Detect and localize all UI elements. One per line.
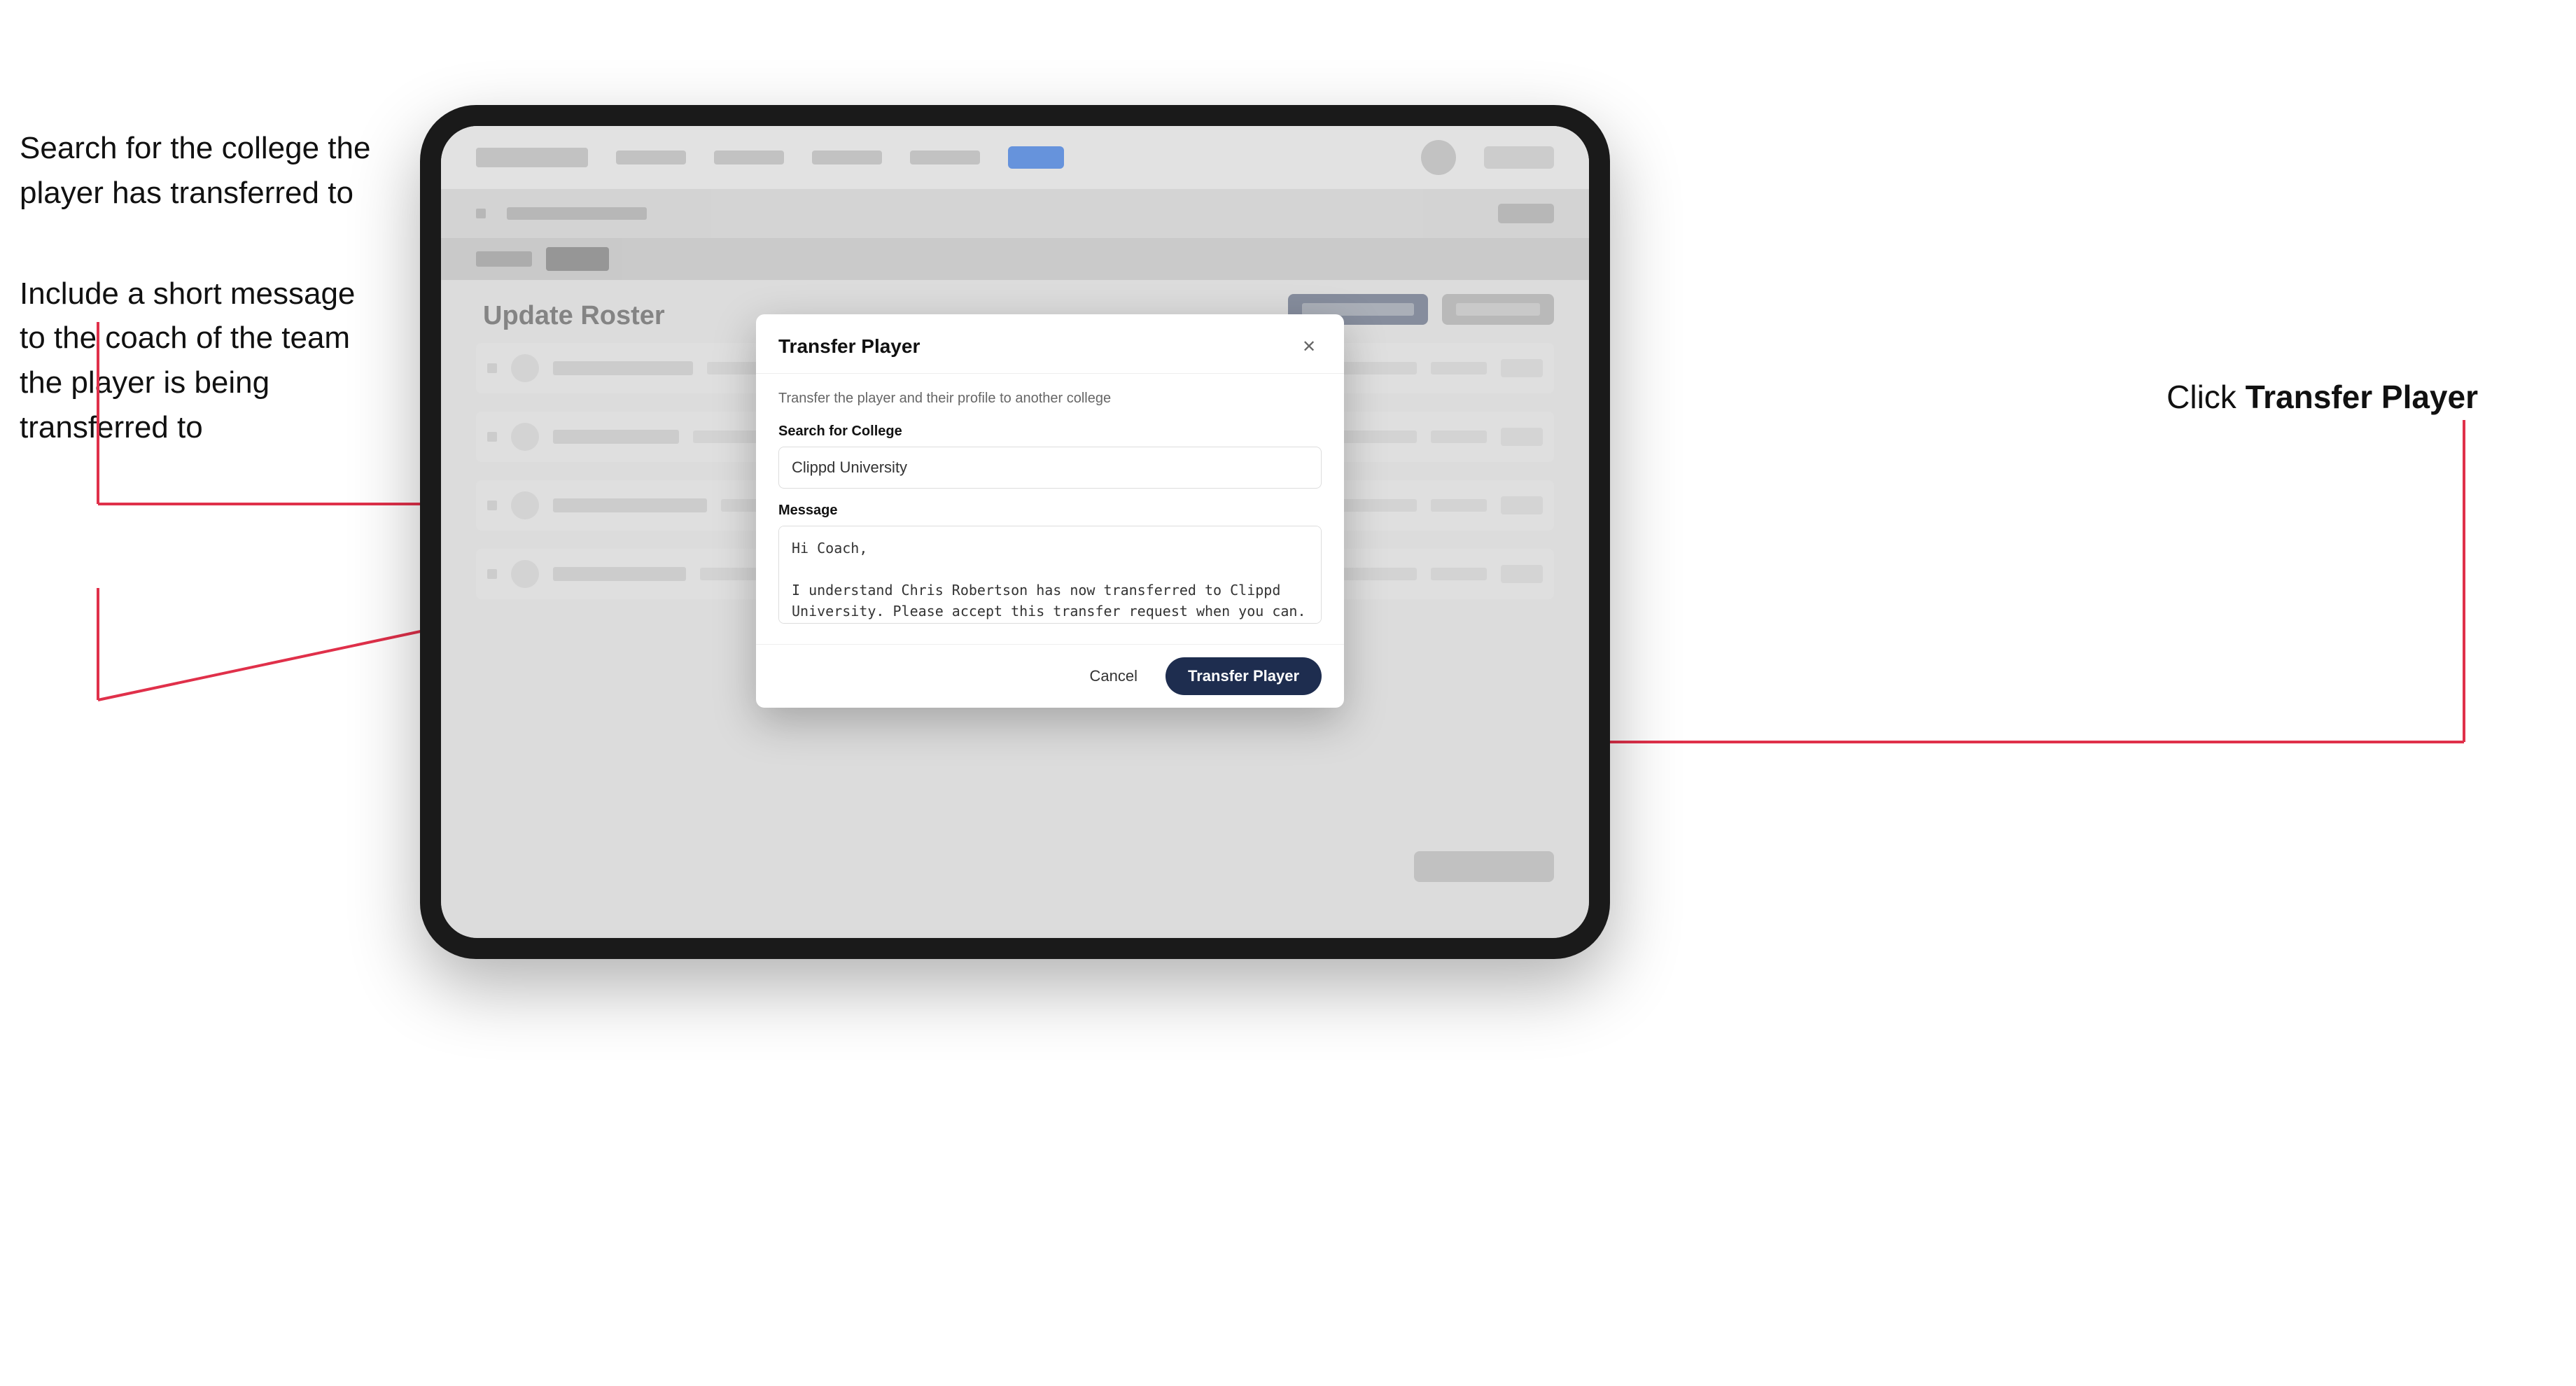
annot-line-5: the player is being: [20, 365, 270, 400]
message-label: Message: [778, 503, 1322, 519]
annotation-text-2: Include a short message to the coach of …: [20, 272, 370, 450]
annotation-block-2: Include a short message to the coach of …: [20, 272, 370, 450]
annot-line-1: Search for the college the: [20, 131, 370, 165]
college-label: Search for College: [778, 424, 1322, 440]
modal-overlay: Transfer Player ✕ Transfer the player an…: [441, 126, 1589, 938]
tablet-screen: Update Roster: [441, 126, 1589, 938]
modal-body: Transfer the player and their profile to…: [756, 374, 1344, 644]
right-annot-prefix: Click: [2166, 379, 2245, 415]
tablet-frame: Update Roster: [420, 105, 1610, 959]
right-annot-bold: Transfer Player: [2246, 379, 2478, 415]
left-annotations: Search for the college the player has tr…: [20, 126, 370, 506]
annot-line-3: Include a short message: [20, 276, 355, 311]
right-annotation: Click Transfer Player: [2166, 378, 2478, 416]
transfer-player-modal: Transfer Player ✕ Transfer the player an…: [756, 314, 1344, 708]
modal-title: Transfer Player: [778, 335, 920, 358]
message-textarea[interactable]: Hi Coach, I understand Chris Robertson h…: [778, 526, 1322, 624]
modal-close-button[interactable]: ✕: [1296, 334, 1322, 359]
modal-header: Transfer Player ✕: [756, 314, 1344, 374]
modal-footer: Cancel Transfer Player: [756, 644, 1344, 708]
cancel-button[interactable]: Cancel: [1076, 659, 1152, 694]
annotation-block-1: Search for the college the player has tr…: [20, 126, 370, 216]
modal-subtitle: Transfer the player and their profile to…: [778, 391, 1322, 407]
college-search-input[interactable]: [778, 447, 1322, 489]
annotation-text-1: Search for the college the player has tr…: [20, 126, 370, 216]
annot-line-6: transferred to: [20, 410, 203, 444]
annot-line-2: player has transferred to: [20, 176, 354, 210]
transfer-player-button[interactable]: Transfer Player: [1166, 657, 1322, 695]
annot-line-4: to the coach of the team: [20, 321, 350, 355]
